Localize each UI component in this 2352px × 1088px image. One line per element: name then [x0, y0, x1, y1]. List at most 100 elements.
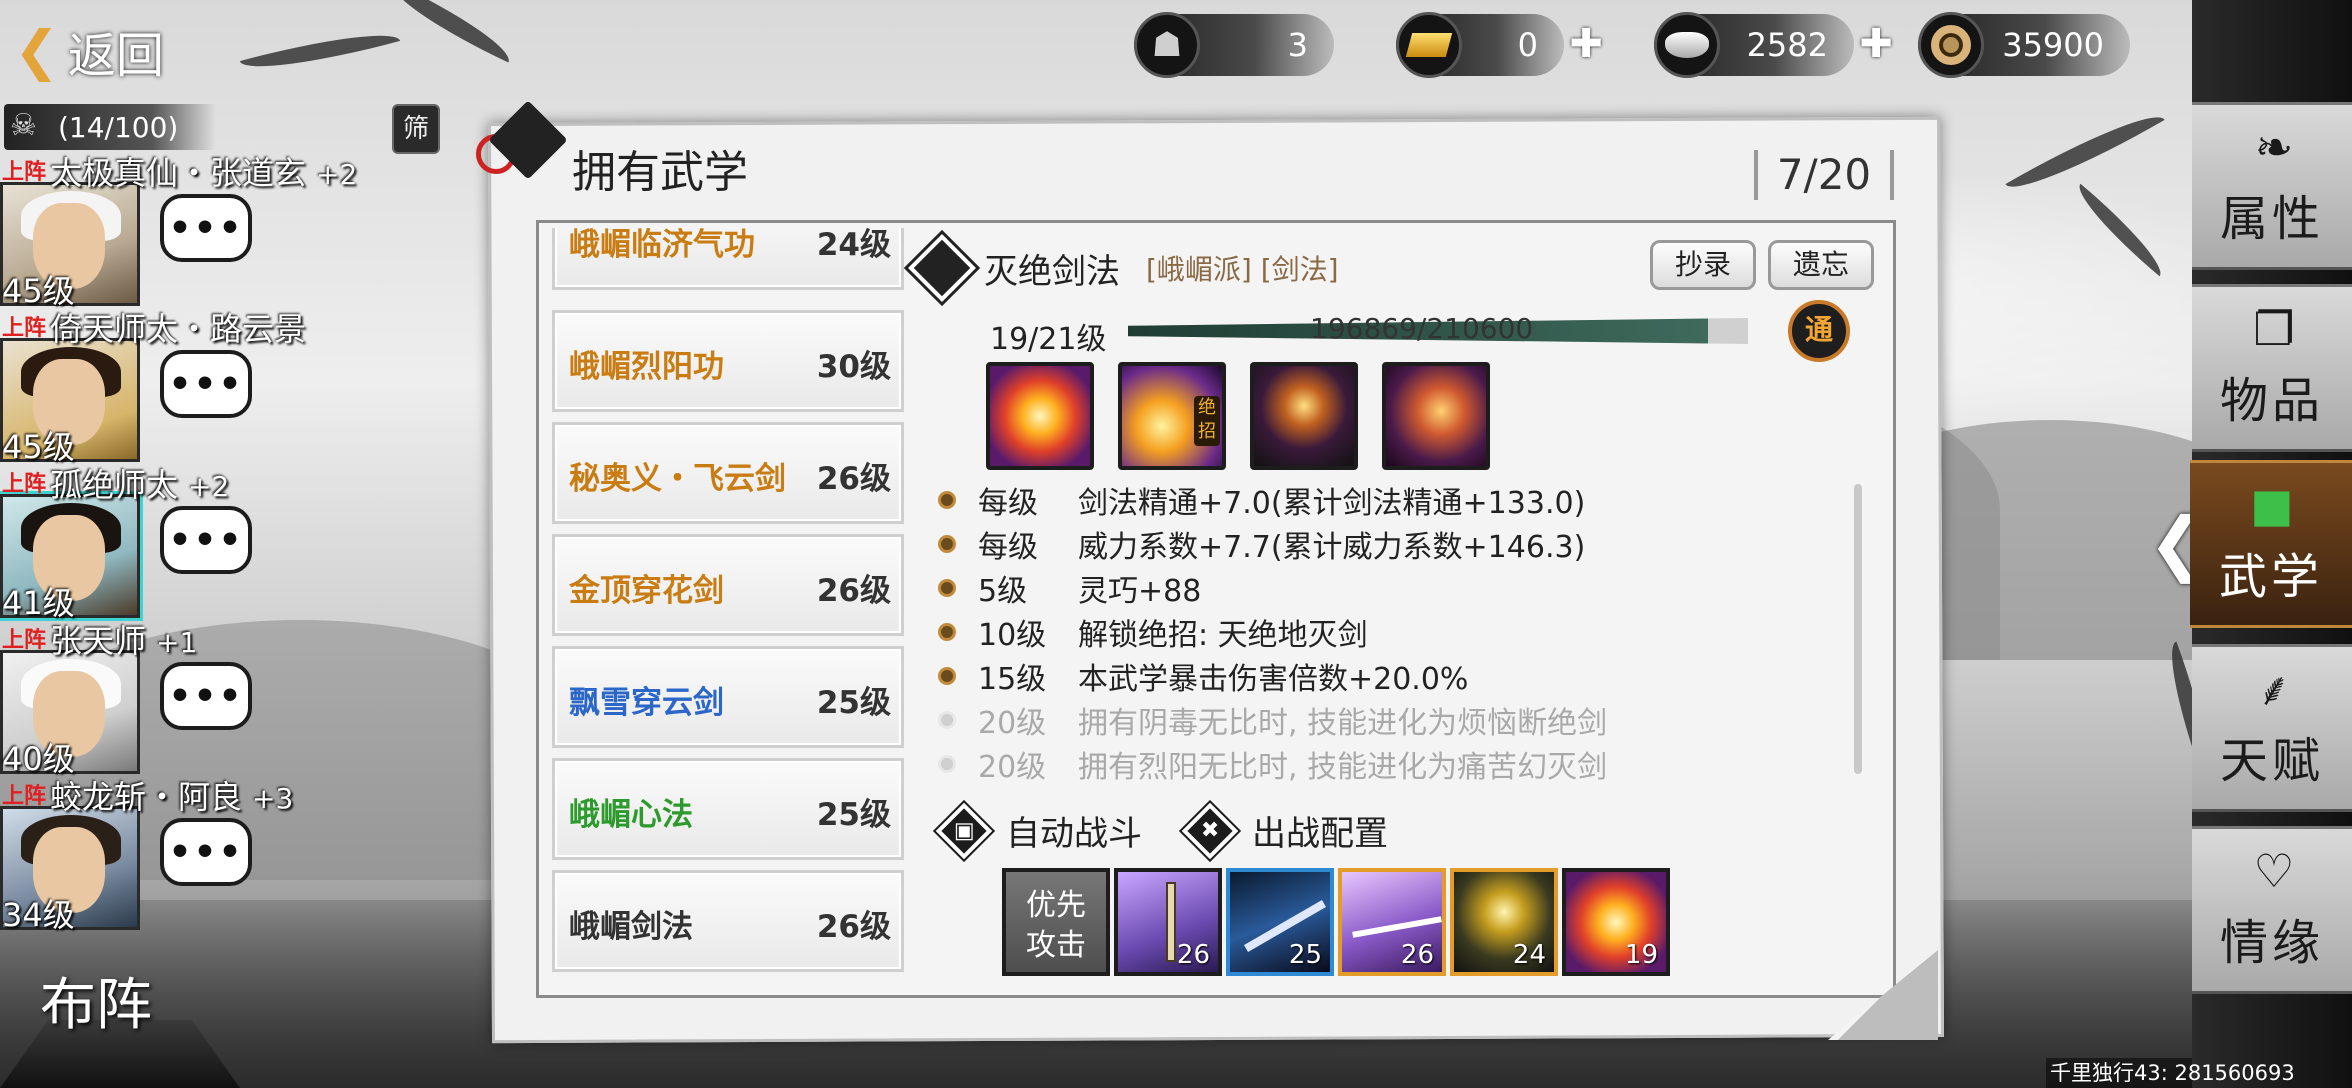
- skill-list[interactable]: 峨嵋临济气功 24级 峨嵋烈阳功 30级 秘奥义・飞云剑 26级 金顶穿花剑 2…: [552, 228, 908, 988]
- hero-name: 太极真仙・张道玄 +2: [50, 154, 358, 192]
- effect-text: 拥有烈阳无比时, 技能进化为痛苦幻灭剑: [1078, 750, 1608, 785]
- copy-button[interactable]: 抄录: [1650, 240, 1756, 290]
- config-skill-slot[interactable]: 24: [1450, 868, 1558, 976]
- config-skill-slot[interactable]: 19: [1562, 868, 1670, 976]
- effects-scrollbar[interactable]: [1854, 484, 1862, 774]
- monitor-icon: ▣: [935, 802, 993, 859]
- bullet-icon: [938, 755, 956, 773]
- skill-level: 25级: [816, 797, 891, 833]
- hero-name: 倚天师太・路云景: [50, 310, 307, 348]
- effect-level: 每级: [978, 530, 1038, 565]
- bullet-icon: [938, 667, 956, 685]
- on-duty-tag: 上阵: [2, 784, 47, 809]
- config-skill-slot[interactable]: 25: [1226, 868, 1334, 976]
- tab-label: 武学: [2218, 549, 2323, 605]
- skill-level: 24级: [816, 228, 891, 263]
- tab-items[interactable]: ❐ 物品: [2192, 284, 2352, 452]
- book-icon: ■: [2250, 478, 2294, 532]
- ultimate-badge: 绝招: [1194, 396, 1220, 446]
- hero-card[interactable]: 上阵 孤绝师太 +2 41级 •••: [0, 466, 470, 622]
- slot-level: 26: [1176, 940, 1210, 970]
- skill-list-item[interactable]: 飘雪穿云剑 25级: [552, 646, 904, 748]
- effect-text: 剑法精通+7.0(累计剑法精通+133.0): [1078, 486, 1586, 521]
- crossed-swords-icon: ✖: [1181, 802, 1239, 859]
- slot-level: 25: [1288, 940, 1322, 970]
- add-silver-button[interactable]: ✚: [1856, 24, 1896, 64]
- team-count-text: (14/100): [58, 110, 179, 144]
- hero-card[interactable]: 上阵 倚天师太・路云景 45级 •••: [0, 310, 470, 466]
- skill-list-item[interactable]: 峨嵋烈阳功 30级: [552, 310, 904, 412]
- skill-move-icon[interactable]: [1382, 362, 1490, 470]
- tab-talent[interactable]: ⸙ 天赋: [2192, 644, 2352, 812]
- active-tab-arrow-icon: ❮: [2148, 502, 2207, 584]
- xp-text: 196869/210600: [1310, 312, 1534, 345]
- mastery-badge[interactable]: 通: [1788, 300, 1850, 362]
- gift-box-icon: ❐: [2253, 302, 2295, 356]
- chat-bubble-icon[interactable]: •••: [160, 818, 252, 886]
- effect-row: 每级 剑法精通+7.0(累计剑法精通+133.0): [938, 478, 1585, 522]
- add-gold-button[interactable]: ✚: [1566, 24, 1606, 64]
- skill-name: 飘雪穿云剑: [569, 685, 724, 721]
- skill-name: 峨嵋烈阳功: [569, 349, 724, 385]
- on-duty-tag: 上阵: [2, 472, 47, 497]
- hero-card[interactable]: 上阵 太极真仙・张道玄 +2 45级 •••: [0, 154, 470, 310]
- skill-move-icon[interactable]: 绝招: [1118, 362, 1226, 470]
- skill-level: 26级: [816, 461, 891, 497]
- skill-list-item[interactable]: 峨嵋临济气功 24级: [552, 228, 904, 290]
- effect-text: 拥有阴毒无比时, 技能进化为烦恼断绝剑: [1078, 706, 1608, 741]
- skill-move-icon[interactable]: [986, 362, 1094, 470]
- skill-level: 30级: [816, 349, 891, 385]
- hero-bonus: +3: [252, 782, 294, 815]
- slot-level: 19: [1624, 940, 1658, 970]
- effect-text: 本武学暴击伤害倍数+20.0%: [1078, 662, 1469, 697]
- tab-attributes[interactable]: ❧ 属性: [2192, 102, 2352, 270]
- deploy-config-section: ✖ 出战配置: [1181, 802, 1388, 859]
- mouse-icon: ❧: [2254, 120, 2294, 174]
- formation-label: 布阵: [40, 973, 152, 1038]
- effect-level: 15级: [978, 662, 1047, 697]
- hero-level: 34级: [2, 896, 75, 934]
- chat-bubble-icon[interactable]: •••: [160, 350, 252, 418]
- currency-cauldron: ☗ 3: [1134, 12, 1334, 78]
- hero-card[interactable]: 上阵 张天师 +1 40级 •••: [0, 622, 470, 778]
- branch-icon: ⸙: [2256, 662, 2292, 716]
- gold-bar-icon: [1396, 12, 1462, 78]
- chat-bubble-icon[interactable]: •••: [160, 506, 252, 574]
- skill-level: 26级: [816, 573, 891, 609]
- skill-name: 秘奥义・飞云剑: [569, 461, 786, 497]
- skill-list-item[interactable]: 金顶穿花剑 26级: [552, 534, 904, 636]
- effect-row: 20级 拥有烈阳无比时, 技能进化为痛苦幻灭剑: [938, 742, 1607, 786]
- effect-level: 10级: [978, 618, 1047, 653]
- skill-level: 25级: [816, 685, 891, 721]
- bullet-icon: [938, 623, 956, 641]
- slot-level: 24: [1512, 940, 1546, 970]
- bullet-icon: [938, 535, 956, 553]
- skill-list-item[interactable]: 秘奥义・飞云剑 26级: [552, 422, 904, 524]
- effect-text: 威力系数+7.7(累计威力系数+146.3): [1078, 530, 1586, 565]
- tab-martial-arts[interactable]: ■ 武学: [2190, 460, 2352, 628]
- chat-bubble-icon[interactable]: •••: [160, 662, 252, 730]
- config-skill-slot[interactable]: 26: [1114, 868, 1222, 976]
- skill-list-item[interactable]: 峨嵋剑法 26级: [552, 870, 904, 972]
- skill-name: 金顶穿花剑: [569, 573, 724, 609]
- currency-silver: 2582 ✚: [1654, 12, 1893, 78]
- forget-button[interactable]: 遗忘: [1768, 240, 1874, 290]
- tab-label: 情缘: [2219, 915, 2324, 971]
- tab-affinity[interactable]: ♡ 情缘: [2192, 826, 2352, 994]
- effect-row: 15级 本武学暴击伤害倍数+20.0%: [938, 654, 1468, 698]
- effect-level: 5级: [978, 574, 1028, 609]
- filter-button[interactable]: 筛: [392, 104, 440, 154]
- tab-label: 天赋: [2219, 733, 2324, 789]
- skill-move-icon[interactable]: [1250, 362, 1358, 470]
- config-skill-slot[interactable]: 26: [1338, 868, 1446, 976]
- cauldron-icon: ☗: [1134, 12, 1200, 78]
- hero-card[interactable]: 上阵 蛟龙斩・阿良 +3 34级 •••: [0, 778, 470, 934]
- skill-list-item[interactable]: 峨嵋心法 25级: [552, 758, 904, 860]
- priority-attack-button[interactable]: 优先 攻击: [1002, 868, 1110, 976]
- chat-bubble-icon[interactable]: •••: [160, 194, 252, 262]
- back-button[interactable]: ❮ 返回: [14, 14, 214, 88]
- effect-row: 20级 拥有阴毒无比时, 技能进化为烦恼断绝剑: [938, 698, 1607, 742]
- hero-bonus: +1: [156, 626, 198, 659]
- formation-button[interactable]: 布阵: [0, 950, 240, 1088]
- on-duty-tag: 上阵: [2, 316, 47, 341]
